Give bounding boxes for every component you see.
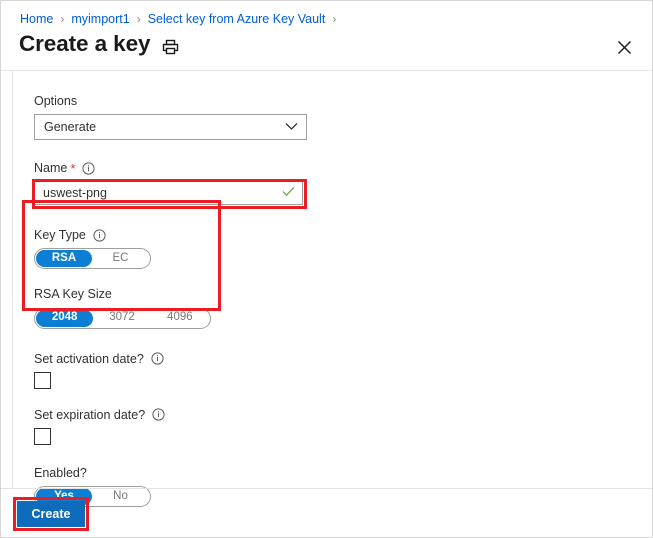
info-icon[interactable] xyxy=(93,228,106,242)
chevron-down-icon xyxy=(285,118,298,136)
create-key-form: Options Generate Name * uswest-png Key T… xyxy=(32,93,314,507)
close-icon[interactable] xyxy=(610,33,638,61)
enabled-option-no[interactable]: No xyxy=(92,488,149,505)
set-expiration-date-label-text: Set expiration date? xyxy=(34,407,146,422)
key-type-option-rsa[interactable]: RSA xyxy=(36,250,92,268)
title-row: Create a key xyxy=(19,31,638,67)
rsa-key-size-option-2048[interactable]: 2048 xyxy=(36,309,94,327)
breadcrumb-separator-icon: › xyxy=(136,12,141,26)
breadcrumb-separator-icon: › xyxy=(60,12,65,26)
options-select[interactable]: Generate xyxy=(34,114,307,140)
options-field: Options Generate xyxy=(34,93,314,140)
set-expiration-date-field: Set expiration date? xyxy=(34,407,314,445)
info-icon[interactable] xyxy=(82,161,96,175)
key-type-label-text: Key Type xyxy=(34,228,86,242)
breadcrumb-item-home[interactable]: Home xyxy=(20,12,53,26)
key-type-field: Key Type RSA EC xyxy=(34,227,314,270)
name-input[interactable]: uswest-png xyxy=(34,181,303,205)
name-label: Name * xyxy=(34,160,314,176)
required-marker: * xyxy=(70,160,76,176)
set-expiration-date-checkbox[interactable] xyxy=(34,427,51,445)
rsa-key-size-option-3072[interactable]: 3072 xyxy=(93,310,150,327)
name-field: Name * uswest-png xyxy=(32,160,314,209)
key-type-label: Key Type xyxy=(34,227,314,243)
set-activation-date-label-text: Set activation date? xyxy=(34,351,144,366)
rsa-key-size-label-text: RSA Key Size xyxy=(34,287,112,302)
rsa-key-size-option-4096[interactable]: 4096 xyxy=(151,310,209,327)
footer-divider xyxy=(1,488,652,489)
breadcrumb-item-myimport1[interactable]: myimport1 xyxy=(71,12,129,26)
info-icon[interactable] xyxy=(152,408,165,421)
info-icon[interactable] xyxy=(151,352,164,365)
create-button[interactable]: Create xyxy=(17,501,85,527)
options-label: Options xyxy=(34,93,314,109)
left-rail-divider xyxy=(12,70,13,488)
checkmark-icon xyxy=(282,184,295,202)
create-key-blade: Home › myimport1 › Select key from Azure… xyxy=(0,0,653,538)
enabled-label-text: Enabled? xyxy=(34,465,87,480)
header-divider xyxy=(1,70,652,71)
printer-icon[interactable] xyxy=(157,34,183,60)
breadcrumb-item-select-key[interactable]: Select key from Azure Key Vault xyxy=(148,12,326,26)
breadcrumb: Home › myimport1 › Select key from Azure… xyxy=(20,9,343,29)
rsa-key-size-toggle[interactable]: 2048 3072 4096 xyxy=(34,307,211,329)
set-expiration-date-label: Set expiration date? xyxy=(34,407,314,423)
name-label-text: Name xyxy=(34,161,68,175)
rsa-key-size-label: RSA Key Size xyxy=(34,286,314,302)
rsa-key-size-field: RSA Key Size 2048 3072 4096 xyxy=(34,286,314,329)
options-label-text: Options xyxy=(34,94,78,108)
options-select-value: Generate xyxy=(44,120,97,134)
key-type-option-ec[interactable]: EC xyxy=(92,250,149,267)
set-activation-date-checkbox[interactable] xyxy=(34,371,51,389)
name-input-value: uswest-png xyxy=(43,186,107,200)
set-activation-date-field: Set activation date? xyxy=(34,351,314,389)
enabled-label: Enabled? xyxy=(34,465,314,481)
key-type-toggle[interactable]: RSA EC xyxy=(34,248,151,270)
breadcrumb-separator-icon: › xyxy=(332,12,337,26)
set-activation-date-label: Set activation date? xyxy=(34,351,314,367)
page-title: Create a key xyxy=(19,31,151,56)
